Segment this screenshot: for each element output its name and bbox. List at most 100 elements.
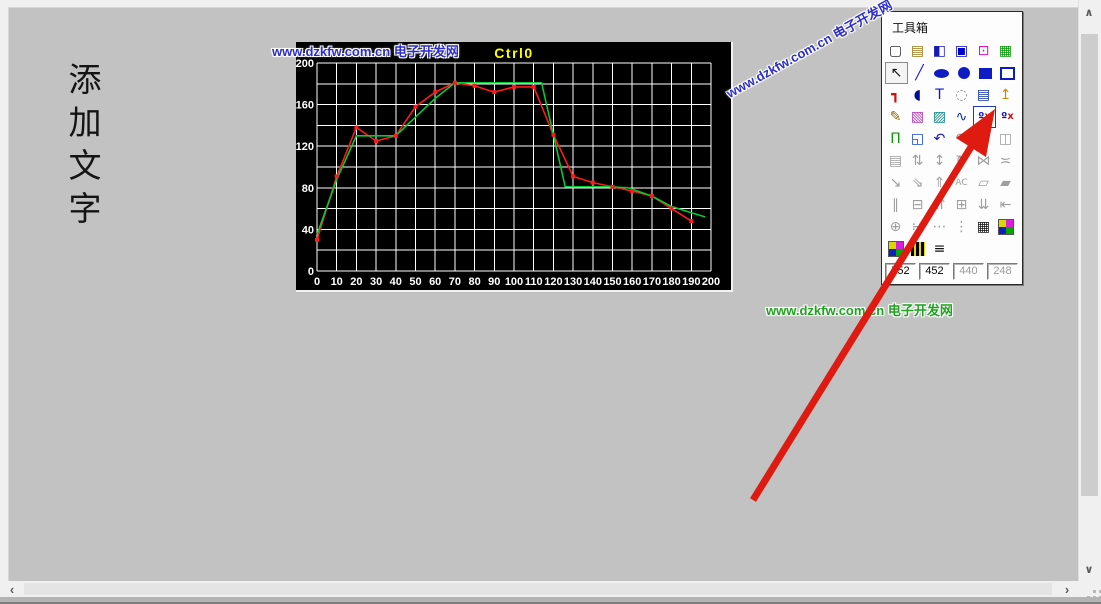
circle-tool-icon[interactable] — [953, 63, 974, 83]
center-in-form-icon[interactable]: ⊕ — [885, 217, 906, 237]
color-settings-icon[interactable] — [885, 239, 906, 259]
scroll-left-button[interactable]: ‹ — [2, 581, 22, 597]
line-width-icon[interactable]: ≡ — [929, 239, 950, 259]
axis-scale-tool-icon[interactable]: ºx — [973, 106, 996, 128]
flip-vertical-icon[interactable]: ↕ — [929, 151, 950, 171]
select-cursor-icon[interactable]: ↖ — [885, 62, 908, 84]
svg-text:170: 170 — [643, 276, 661, 288]
scrollbar-corner — [1079, 581, 1101, 597]
resize-grip[interactable] — [1093, 590, 1096, 593]
stretch-icon[interactable]: ≍ — [995, 151, 1016, 171]
trend-chart: 0408012016020001020304050607080901001101… — [296, 42, 731, 290]
rect-tool-icon[interactable] — [975, 63, 996, 83]
report-icon[interactable]: ▤ — [973, 85, 994, 105]
toolbox-field-4: 248 — [987, 263, 1018, 280]
svg-text:40: 40 — [302, 224, 314, 236]
svg-text:120: 120 — [544, 276, 562, 288]
toolbox-title[interactable]: 工具箱 — [882, 12, 1022, 40]
svg-text:160: 160 — [296, 100, 314, 112]
toolbox-grid: ▢▤◧▣⊡▦↖╱┓◖T◌▤↥✎▧▨∿ºxºxΠ◱↶↷✂◫▤⇅↕↻⋈≍↘⇘⇑AC▱… — [882, 40, 1022, 260]
open-folder-icon[interactable]: ▤ — [907, 41, 928, 61]
rocket-icon[interactable]: ↥ — [995, 85, 1016, 105]
watermark-top: www.dzkfw.com.cn 电子开发网 — [272, 41, 459, 60]
svg-text:100: 100 — [505, 276, 523, 288]
order-back-icon[interactable]: ▰ — [995, 173, 1016, 193]
svg-text:10: 10 — [331, 276, 343, 288]
svg-text:80: 80 — [302, 183, 314, 195]
ellipse-tool-icon[interactable] — [931, 63, 952, 83]
svg-text:80: 80 — [468, 276, 480, 288]
redo-icon[interactable]: ↷ — [951, 129, 972, 149]
run-screen-icon[interactable]: ▦ — [995, 41, 1016, 61]
move-down-right-icon[interactable]: ↘ — [885, 173, 906, 193]
color-grid-icon[interactable] — [995, 217, 1016, 237]
ac-labels-icon[interactable]: AC — [951, 173, 972, 193]
paste-icon[interactable]: ▤ — [885, 151, 906, 171]
preview-screen-icon[interactable]: ⊡ — [973, 41, 994, 61]
columns-tool-icon[interactable]: Π — [885, 129, 906, 149]
svg-text:140: 140 — [584, 276, 602, 288]
distribute-icon[interactable]: ⊞ — [951, 195, 972, 215]
svg-text:0: 0 — [314, 276, 320, 288]
import-export-icon[interactable]: ◧ — [929, 41, 950, 61]
dot-style-icon[interactable]: ⋯ — [929, 217, 950, 237]
save-icon[interactable]: ▣ — [951, 41, 972, 61]
size-to-tallest-icon[interactable]: ⇈ — [929, 195, 950, 215]
snap-lines-icon[interactable]: ∺ — [907, 217, 928, 237]
horizontal-scrollbar[interactable]: ‹ › — [0, 581, 1079, 597]
undo-icon[interactable]: ↶ — [929, 129, 950, 149]
align-center-vertical-icon[interactable]: ∥ — [885, 195, 906, 215]
svg-text:180: 180 — [662, 276, 680, 288]
new-file-icon[interactable]: ▢ — [885, 41, 906, 61]
freq-tool-icon[interactable]: ∿ — [951, 107, 972, 127]
vertical-scrollbar[interactable]: ∧ ∨ — [1078, 0, 1100, 581]
svg-text:200: 200 — [702, 276, 720, 288]
line-tool-icon[interactable]: ╱ — [909, 63, 930, 83]
grid-icon[interactable]: ▦ — [973, 217, 994, 237]
horizontal-scroll-thumb[interactable] — [24, 583, 1052, 595]
space-horizontal-icon[interactable]: ⇤ — [995, 195, 1016, 215]
space-vertical-icon[interactable]: ⇊ — [973, 195, 994, 215]
toolbox-field-2[interactable]: 452 — [919, 263, 950, 280]
rotate-icon[interactable]: ↻ — [951, 151, 972, 171]
bring-front-icon[interactable]: ⇑ — [929, 173, 950, 193]
rounded-rect-tool-icon[interactable] — [997, 63, 1018, 83]
marquee-tool-icon[interactable]: ◌ — [951, 85, 972, 105]
svg-text:30: 30 — [370, 276, 382, 288]
svg-text:50: 50 — [409, 276, 421, 288]
align-middle-icon[interactable]: ⊟ — [907, 195, 928, 215]
image-export-icon[interactable]: ◱ — [907, 129, 928, 149]
svg-text:40: 40 — [390, 276, 402, 288]
scroll-up-button[interactable]: ∧ — [1079, 2, 1099, 22]
image-tool-icon[interactable]: ▧ — [907, 107, 928, 127]
move-step-icon[interactable]: ⇘ — [907, 173, 928, 193]
swap-icon[interactable]: ⇅ — [907, 151, 928, 171]
contrast-bars-icon[interactable] — [907, 239, 928, 259]
copy-icon[interactable]: ◫ — [995, 129, 1016, 149]
svg-text:Ctrl0: Ctrl0 — [494, 45, 533, 61]
scroll-right-button[interactable]: › — [1057, 581, 1077, 597]
pipe-tool-icon[interactable]: ┓ — [885, 85, 906, 105]
scroll-down-button[interactable]: ∨ — [1079, 559, 1099, 579]
watermark-middle: www.dzkfw.com.cn 电子开发网 — [766, 300, 953, 319]
text-tool-icon[interactable]: T — [929, 85, 950, 105]
edit-doc-icon[interactable]: ✎ — [885, 107, 906, 127]
order-icon[interactable]: ▱ — [973, 173, 994, 193]
svg-text:120: 120 — [296, 141, 314, 153]
cut-icon[interactable]: ✂ — [973, 129, 994, 149]
vertical-scroll-thumb[interactable] — [1081, 34, 1098, 496]
toolbox-field-1[interactable]: 752 — [885, 263, 916, 280]
svg-text:60: 60 — [429, 276, 441, 288]
dot-column-icon[interactable]: ⋮ — [951, 217, 972, 237]
vertical-text-label[interactable]: 添加文字 — [58, 62, 106, 234]
svg-text:150: 150 — [603, 276, 621, 288]
axis-scale2-tool-icon[interactable]: ºx — [997, 107, 1018, 127]
svg-text:160: 160 — [623, 276, 641, 288]
toolbox-coordinate-fields: 752452440248 — [882, 263, 1022, 280]
svg-text:20: 20 — [350, 276, 362, 288]
chart-tool-icon[interactable]: ▨ — [929, 107, 950, 127]
mirror-icon[interactable]: ⋈ — [973, 151, 994, 171]
toolbox-panel: 工具箱 ▢▤◧▣⊡▦↖╱┓◖T◌▤↥✎▧▨∿ºxºxΠ◱↶↷✂◫▤⇅↕↻⋈≍↘⇘… — [881, 11, 1023, 285]
chart-control[interactable]: 0408012016020001020304050607080901001101… — [296, 42, 733, 292]
arc-tool-icon[interactable]: ◖ — [907, 85, 928, 105]
